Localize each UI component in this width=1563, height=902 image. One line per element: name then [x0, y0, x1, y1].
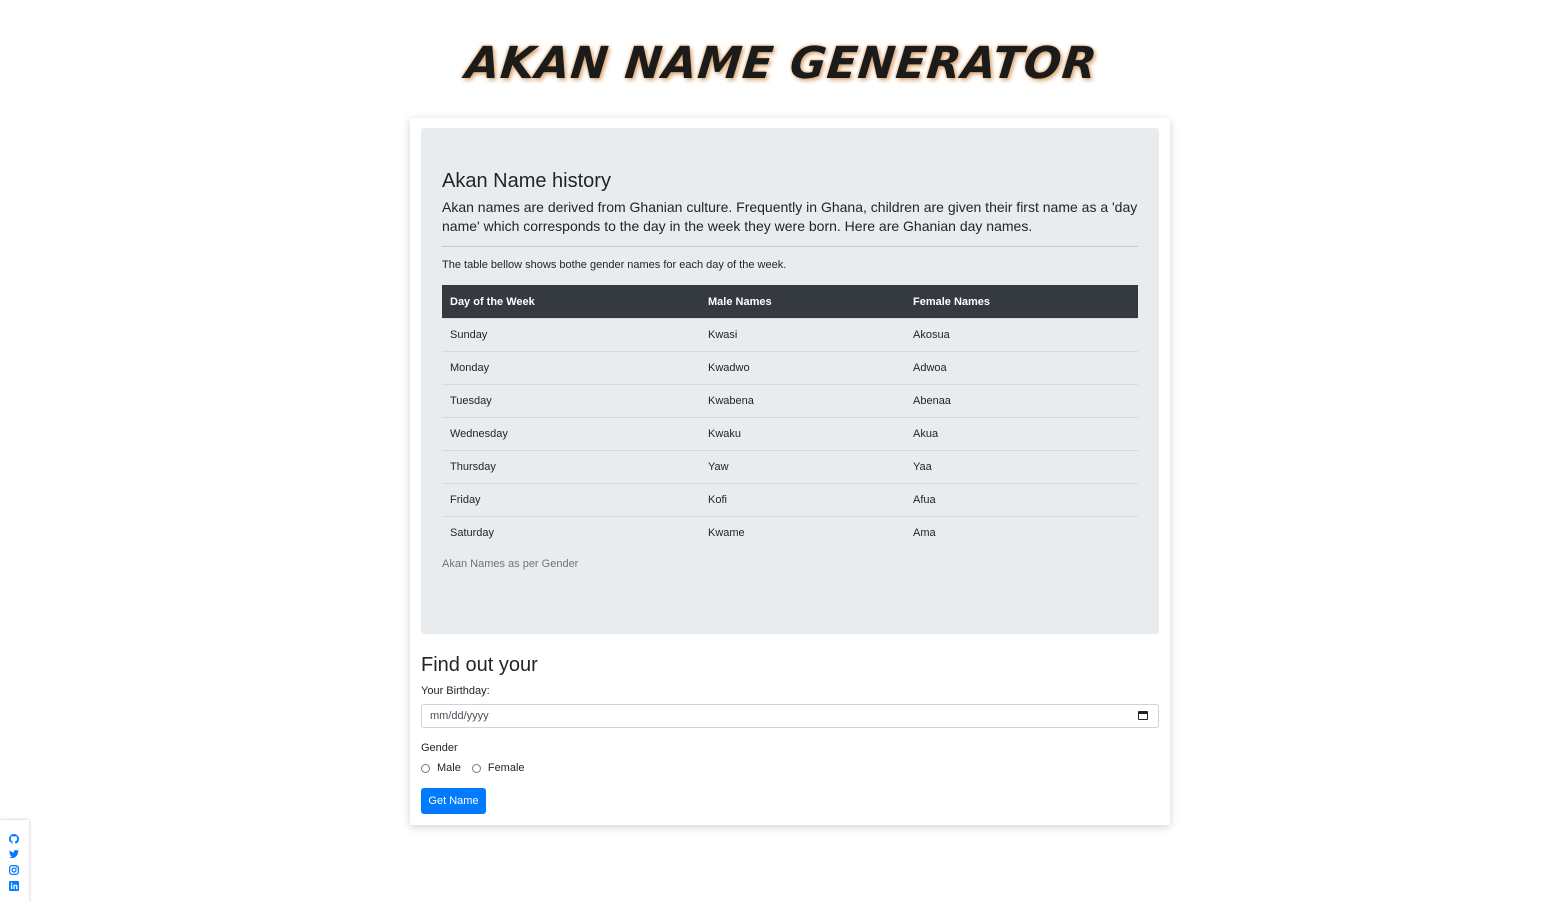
history-title: Akan Name history — [442, 170, 611, 192]
male-radio[interactable] — [421, 763, 430, 773]
day-cell: Tuesday — [442, 384, 700, 418]
male-cell: Kwaku — [700, 417, 905, 451]
social-links-bar — [0, 820, 29, 902]
table-row: Thursday Yaw Yaa — [442, 450, 1138, 484]
male-cell: Yaw — [700, 450, 905, 484]
instagram-icon[interactable] — [9, 865, 19, 875]
female-cell: Abenaa — [905, 384, 1138, 418]
day-cell: Wednesday — [442, 417, 700, 451]
female-radio[interactable] — [471, 763, 481, 773]
header-day: Day of the Week — [442, 285, 700, 319]
names-table: Day of the Week Male Names Female Names … — [442, 285, 1138, 549]
female-cell: Afua — [905, 483, 1138, 517]
female-cell: Adwoa — [905, 351, 1138, 385]
male-cell: Kwasi — [700, 318, 905, 352]
history-panel: Akan Name history Akan names are derived… — [421, 128, 1159, 634]
table-row: Monday Kwadwo Adwoa — [442, 351, 1138, 385]
get-name-button[interactable]: Get Name — [421, 788, 486, 814]
gender-options: Male Female — [421, 762, 536, 774]
female-cell: Akosua — [905, 318, 1138, 352]
day-cell: Friday — [442, 483, 700, 517]
table-row: Friday Kofi Afua — [442, 483, 1138, 517]
twitter-icon[interactable] — [9, 849, 19, 859]
header-female: Female Names — [905, 285, 1138, 319]
day-cell: Saturday — [442, 516, 700, 549]
male-cell: Kofi — [700, 483, 905, 517]
table-row: Tuesday Kwabena Abenaa — [442, 384, 1138, 418]
female-cell: Yaa — [905, 450, 1138, 484]
birthday-label: Your Birthday: — [421, 685, 490, 697]
table-row: Sunday Kwasi Akosua — [442, 318, 1138, 352]
date-placeholder: mm/dd/yyyy — [430, 710, 489, 722]
main-card: Akan Name history Akan names are derived… — [410, 118, 1170, 825]
female-label[interactable]: Female — [488, 762, 525, 774]
male-label[interactable]: Male — [437, 762, 461, 774]
table-intro: The table bellow shows bothe gender name… — [442, 259, 787, 271]
github-icon[interactable] — [9, 834, 19, 844]
male-cell: Kwadwo — [700, 351, 905, 385]
header-male: Male Names — [700, 285, 905, 319]
table-row: Wednesday Kwaku Akua — [442, 417, 1138, 451]
calendar-icon[interactable] — [1138, 711, 1148, 720]
day-cell: Thursday — [442, 450, 700, 484]
male-cell: Kwabena — [700, 384, 905, 418]
linkedin-icon[interactable] — [9, 881, 19, 891]
form-title: Find out your — [421, 654, 538, 676]
table-header-row: Day of the Week Male Names Female Names — [442, 285, 1138, 319]
female-cell: Akua — [905, 417, 1138, 451]
history-text: Akan names are derived from Ghanian cult… — [442, 199, 1138, 234]
day-cell: Monday — [442, 351, 700, 385]
birthday-date-input[interactable]: mm/dd/yyyy — [421, 704, 1159, 728]
page-title: AKAN NAME GENERATOR — [463, 38, 1100, 89]
gender-label: Gender — [421, 742, 458, 754]
divider — [442, 246, 1138, 247]
day-cell: Sunday — [442, 318, 700, 352]
male-cell: Kwame — [700, 516, 905, 549]
table-caption: Akan Names as per Gender — [442, 558, 579, 570]
table-row: Saturday Kwame Ama — [442, 516, 1138, 549]
female-cell: Ama — [905, 516, 1138, 549]
